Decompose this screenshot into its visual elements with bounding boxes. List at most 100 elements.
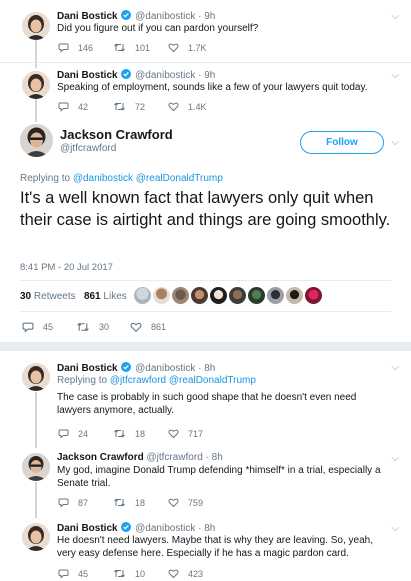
- tweet-timestamp[interactable]: 8:41 PM - 20 Jul 2017: [20, 262, 113, 273]
- retweet-button[interactable]: 18: [113, 428, 145, 439]
- reply-count: 45: [43, 322, 54, 332]
- mention-link[interactable]: @jtfcrawford: [110, 375, 166, 386]
- reply-button[interactable]: 24: [58, 428, 88, 439]
- mention-link[interactable]: @realDonaldTrump: [169, 375, 256, 386]
- author-name[interactable]: Jackson Crawford: [60, 127, 173, 142]
- avatar[interactable]: [22, 71, 50, 99]
- like-button[interactable]: 1.4K: [168, 101, 207, 112]
- retweets-stat[interactable]: 30 Retweets: [20, 291, 76, 302]
- author-handle[interactable]: @danibostick: [135, 523, 195, 534]
- verified-badge-icon: [121, 522, 132, 532]
- like-button[interactable]: 1.7K: [168, 42, 207, 53]
- retweet-button[interactable]: 30: [76, 321, 109, 333]
- author-name[interactable]: Dani Bostick: [57, 11, 118, 22]
- retweet-icon: [114, 498, 125, 507]
- like-button[interactable]: 423: [168, 568, 203, 579]
- retweet-icon: [114, 102, 125, 111]
- reply-count: 42: [78, 101, 89, 112]
- tweet-text: Did you figure out if you can pardon you…: [57, 23, 259, 34]
- tweet[interactable]: Dani Bostick @danibostick · 8h ⌵ Replyin…: [0, 351, 411, 445]
- liker-avatar[interactable]: [172, 287, 189, 304]
- like-count: 1.7K: [188, 42, 207, 53]
- chevron-down-icon[interactable]: ⌵: [391, 454, 399, 464]
- mention-link[interactable]: @realDonaldTrump: [136, 173, 223, 184]
- liker-avatar[interactable]: [153, 287, 170, 304]
- liker-avatar[interactable]: [286, 287, 303, 304]
- avatar[interactable]: [22, 453, 50, 481]
- mention-link[interactable]: @danibostick: [73, 173, 133, 184]
- liker-avatar[interactable]: [305, 287, 322, 304]
- like-button[interactable]: 759: [168, 497, 203, 508]
- chevron-down-icon[interactable]: ⌵: [391, 524, 399, 534]
- retweet-count: 10: [135, 568, 146, 579]
- like-count: 1.4K: [188, 101, 207, 112]
- tweet[interactable]: Dani Bostick @danibostick · 9h ⌵ Speakin…: [0, 63, 411, 121]
- like-button[interactable]: 717: [168, 428, 203, 439]
- section-divider: [0, 342, 411, 351]
- author-name[interactable]: Dani Bostick: [57, 363, 118, 374]
- retweet-count: 72: [135, 101, 146, 112]
- avatar[interactable]: [22, 12, 50, 40]
- retweet-button[interactable]: 72: [113, 101, 145, 112]
- author-handle[interactable]: @danibostick: [135, 70, 195, 81]
- liker-avatar[interactable]: [248, 287, 265, 304]
- reply-count: 24: [78, 428, 89, 439]
- reply-icon: [22, 322, 34, 333]
- retweet-icon: [114, 569, 125, 578]
- reply-button[interactable]: 87: [58, 497, 88, 508]
- retweet-button[interactable]: 101: [113, 42, 150, 53]
- replying-to-label: Replying to: [20, 173, 71, 184]
- tweet-time[interactable]: · 8h: [206, 452, 223, 463]
- chevron-down-icon[interactable]: ⌵: [391, 363, 399, 373]
- heart-icon: [168, 43, 179, 53]
- retweet-button[interactable]: 10: [113, 568, 145, 579]
- retweet-icon: [114, 43, 125, 52]
- author-name[interactable]: Dani Bostick: [57, 523, 118, 534]
- liker-avatar[interactable]: [267, 287, 284, 304]
- tweet-time[interactable]: · 8h: [198, 363, 215, 374]
- reply-button[interactable]: 42: [58, 101, 88, 112]
- retweet-button[interactable]: 18: [113, 497, 145, 508]
- tweet-time[interactable]: · 9h: [198, 11, 215, 22]
- liker-avatar[interactable]: [134, 287, 151, 304]
- reply-button[interactable]: 45: [58, 568, 88, 579]
- heart-icon: [168, 569, 179, 579]
- avatar[interactable]: [22, 523, 50, 551]
- tweet[interactable]: Dani Bostick @danibostick · 9h ⌵ Did you…: [0, 0, 411, 62]
- avatar[interactable]: [22, 363, 50, 391]
- replying-to: Replying to @jtfcrawford @realDonaldTrum…: [57, 375, 256, 387]
- avatar[interactable]: [20, 124, 53, 157]
- reply-count: 146: [78, 42, 94, 53]
- author-handle[interactable]: @danibostick: [135, 363, 195, 374]
- author-name[interactable]: Dani Bostick: [57, 70, 118, 81]
- like-button[interactable]: 861: [130, 321, 166, 333]
- chevron-down-icon[interactable]: ⌵: [391, 138, 399, 148]
- likes-stat[interactable]: 861 Likes: [84, 291, 127, 302]
- main-tweet-text: It's a well known fact that lawyers only…: [20, 189, 391, 229]
- tweet-text: Speaking of employment, sounds like a fe…: [57, 82, 368, 93]
- tweet[interactable]: Jackson Crawford @jtfcrawford · 8h ⌵ My …: [0, 445, 411, 515]
- author-handle[interactable]: @jtfcrawford: [146, 452, 202, 463]
- reply-button[interactable]: 45: [22, 321, 53, 333]
- heart-icon: [130, 322, 142, 333]
- tweet-time[interactable]: · 8h: [198, 523, 215, 534]
- tweet[interactable]: Dani Bostick @danibostick · 8h ⌵ He does…: [0, 516, 411, 581]
- reply-button[interactable]: 146: [58, 42, 93, 53]
- follow-button[interactable]: Follow: [300, 131, 384, 154]
- chevron-down-icon[interactable]: ⌵: [391, 12, 399, 22]
- liker-avatar[interactable]: [229, 287, 246, 304]
- retweet-count: 18: [135, 428, 146, 439]
- reply-icon: [58, 498, 69, 508]
- author-name[interactable]: Jackson Crawford: [57, 452, 144, 463]
- tweet-time[interactable]: · 9h: [198, 70, 215, 81]
- chevron-down-icon[interactable]: ⌵: [391, 71, 399, 81]
- likers-avatars: [134, 287, 322, 304]
- replying-to-label: Replying to: [57, 375, 108, 386]
- author-handle[interactable]: @danibostick: [135, 11, 195, 22]
- like-count: 861: [151, 322, 167, 332]
- author-handle[interactable]: @jtfcrawford: [60, 143, 116, 154]
- liker-avatar[interactable]: [210, 287, 227, 304]
- reply-count: 45: [78, 568, 89, 579]
- liker-avatar[interactable]: [191, 287, 208, 304]
- heart-icon: [168, 429, 179, 439]
